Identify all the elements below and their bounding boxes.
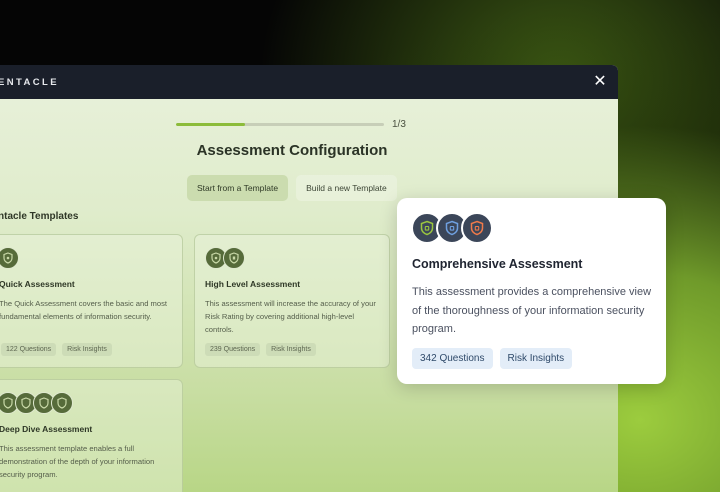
progress-track	[176, 123, 384, 126]
template-description: This assessment will increase the accura…	[205, 299, 376, 334]
popover-description: This assessment provides a comprehensive…	[412, 286, 652, 335]
template-card-high-level[interactable]: High Level Assessment This assessment wi…	[194, 234, 390, 368]
popover-title: Comprehensive Assessment	[412, 257, 583, 271]
card-icons	[0, 247, 19, 269]
shield-icon	[461, 212, 493, 244]
modal-titlebar: ENTACLE ✕	[0, 65, 618, 99]
risk-insights-badge: Risk Insights	[62, 343, 112, 356]
question-count-badge: 122 Questions	[1, 343, 57, 356]
progress-fill	[176, 123, 245, 126]
step-progress: 1/3	[176, 119, 406, 130]
template-card-quick[interactable]: Quick Assessment The Quick Assessment co…	[0, 234, 183, 368]
question-count-badge: 342 Questions	[412, 348, 493, 369]
risk-insights-badge: Risk Insights	[499, 348, 573, 369]
card-icons	[205, 247, 245, 269]
brand-logo-text: ENTACLE	[0, 76, 59, 88]
shield-icon	[0, 247, 19, 269]
template-card-deep-dive[interactable]: Deep Dive Assessment This assessment tem…	[0, 379, 183, 492]
template-description: This assessment template enables a full …	[0, 444, 155, 479]
progress-label: 1/3	[392, 119, 406, 130]
template-name: High Level Assessment	[205, 279, 301, 289]
shield-icon	[51, 392, 73, 414]
shield-icon	[223, 247, 245, 269]
template-name: Quick Assessment	[0, 279, 75, 289]
comprehensive-assessment-card[interactable]: Comprehensive Assessment This assessment…	[397, 198, 666, 384]
tab-build-new-template[interactable]: Build a new Template	[296, 175, 397, 201]
tab-start-from-template[interactable]: Start from a Template	[187, 175, 289, 201]
template-description: The Quick Assessment covers the basic an…	[0, 299, 167, 321]
card-icons	[0, 392, 73, 414]
close-icon[interactable]: ✕	[592, 74, 608, 90]
popover-icons	[411, 212, 493, 244]
risk-insights-badge: Risk Insights	[266, 343, 316, 356]
template-tags: 122 Questions Risk Insights	[1, 343, 112, 356]
template-tags: 239 Questions Risk Insights	[205, 343, 316, 356]
mode-tabs: Start from a Template Build a new Templa…	[187, 175, 397, 201]
templates-heading: ntacle Templates	[0, 211, 79, 222]
template-name: Deep Dive Assessment	[0, 424, 93, 434]
page-title: Assessment Configuration	[196, 142, 388, 159]
popover-tags: 342 Questions Risk Insights	[412, 348, 573, 369]
question-count-badge: 239 Questions	[205, 343, 261, 356]
